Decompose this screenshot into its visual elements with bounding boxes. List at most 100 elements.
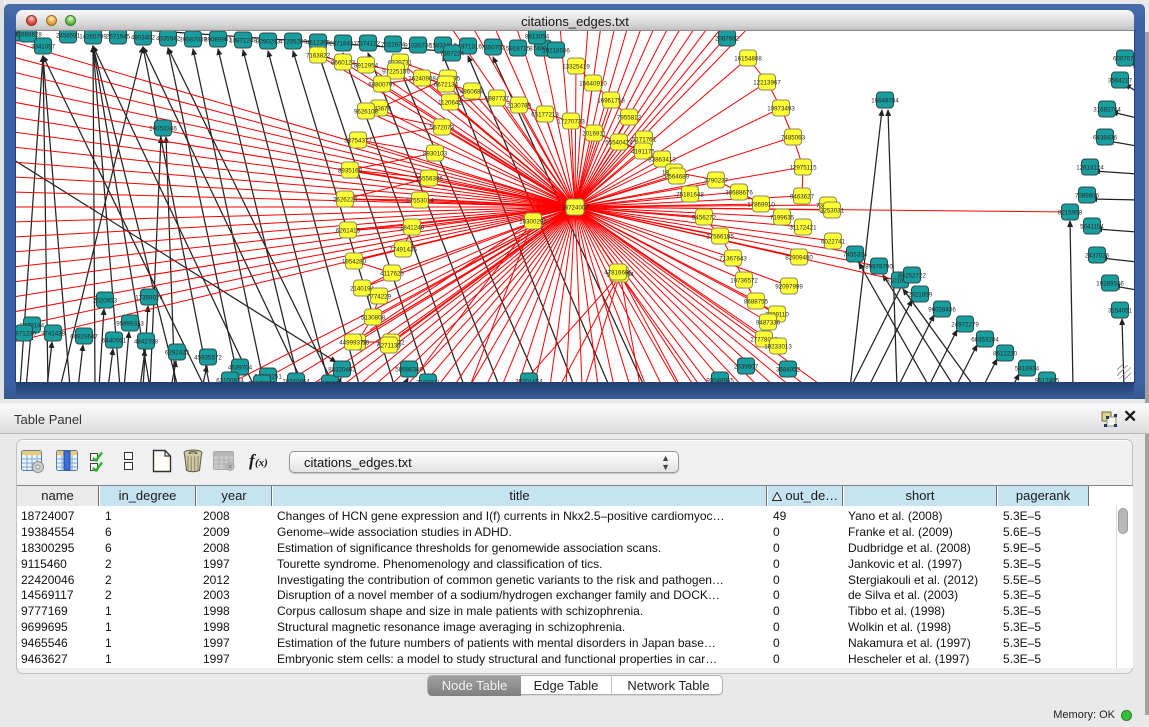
svg-text:5408072: 5408072 (318, 381, 343, 383)
svg-text:8935169: 8935169 (338, 168, 363, 175)
svg-text:95899313: 95899313 (116, 321, 144, 328)
svg-text:2437026: 2437026 (1085, 253, 1110, 260)
svg-text:38754377: 38754377 (344, 138, 372, 145)
svg-text:2458591: 2458591 (56, 33, 81, 40)
svg-text:55540424: 55540424 (605, 140, 633, 147)
svg-text:7485063: 7485063 (781, 135, 806, 142)
svg-text:42868828: 42868828 (16, 32, 42, 39)
svg-text:15640910: 15640910 (579, 81, 607, 88)
svg-text:27566185: 27566185 (706, 234, 734, 241)
svg-text:90048665: 90048665 (706, 378, 734, 383)
svg-text:17270733: 17270733 (557, 119, 585, 126)
svg-text:68353204: 68353204 (971, 337, 999, 344)
svg-text:44999379: 44999379 (339, 340, 367, 347)
svg-text:2130789: 2130789 (507, 103, 532, 110)
svg-text:4612365: 4612365 (306, 40, 331, 47)
svg-text:8912954: 8912954 (354, 63, 379, 70)
svg-text:71367643: 71367643 (719, 256, 747, 263)
svg-text:13325419: 13325419 (562, 64, 590, 71)
svg-text:2921859: 2921859 (908, 292, 933, 299)
svg-text:38688676: 38688676 (725, 190, 753, 197)
svg-text:17359924: 17359924 (135, 295, 163, 302)
svg-text:5130808: 5130808 (361, 315, 386, 322)
svg-text:3341057: 3341057 (31, 44, 56, 51)
svg-text:18724007: 18724007 (561, 205, 589, 212)
svg-text:92097999: 92097999 (775, 284, 803, 291)
svg-text:16154808: 16154808 (734, 56, 762, 63)
svg-text:7455324: 7455324 (843, 252, 868, 259)
svg-text:16648784: 16648784 (871, 98, 899, 105)
svg-text:3684052: 3684052 (776, 367, 801, 374)
svg-text:7774229: 7774229 (367, 294, 392, 301)
svg-text:31172421: 31172421 (789, 225, 817, 232)
svg-text:4860684: 4860684 (460, 89, 485, 96)
svg-text:4191175: 4191175 (631, 149, 655, 156)
svg-text:7199635: 7199635 (770, 215, 795, 222)
svg-text:58586340: 58586340 (395, 367, 423, 374)
svg-text:7955812: 7955812 (617, 115, 642, 122)
svg-text:84252722: 84252722 (898, 273, 926, 280)
svg-text:6672134: 6672134 (434, 82, 459, 89)
svg-text:47295260: 47295260 (279, 39, 307, 46)
svg-text:2016911: 2016911 (582, 131, 606, 138)
svg-text:8930103: 8930103 (423, 151, 448, 158)
svg-text:82909480: 82909480 (785, 255, 813, 262)
svg-text:19736572: 19736572 (730, 278, 758, 285)
svg-text:5171761: 5171761 (632, 137, 657, 144)
svg-text:91030736: 91030736 (404, 43, 432, 50)
svg-text:3871230: 3871230 (16, 331, 37, 338)
svg-text:83863413: 83863413 (648, 157, 676, 164)
svg-text:89089901: 89089901 (204, 37, 232, 44)
svg-text:6292423: 6292423 (165, 350, 190, 357)
svg-text:5672073: 5672073 (430, 125, 455, 132)
svg-text:4335942: 4335942 (156, 36, 181, 43)
svg-text:7350753: 7350753 (481, 45, 506, 52)
svg-text:12614124: 12614124 (1076, 165, 1104, 172)
svg-text:5918715: 5918715 (506, 46, 531, 53)
svg-text:45935572: 45935572 (194, 355, 222, 362)
svg-text:8813054: 8813054 (525, 34, 550, 41)
svg-text:77491435: 77491435 (389, 247, 417, 254)
svg-text:6271130: 6271130 (377, 343, 401, 350)
svg-text:65177213: 65177213 (531, 112, 559, 119)
svg-text:19218506: 19218506 (542, 48, 570, 55)
svg-text:18300295: 18300295 (519, 219, 547, 226)
svg-text:22201654: 22201654 (515, 379, 543, 383)
svg-text:6440561: 6440561 (102, 338, 127, 345)
svg-text:3154051: 3154051 (1108, 308, 1133, 315)
svg-text:2087682: 2087682 (715, 36, 740, 43)
svg-text:2839607: 2839607 (734, 364, 759, 371)
svg-text:97225156: 97225156 (382, 69, 410, 76)
svg-text:9487336: 9487336 (756, 320, 781, 327)
svg-text:96028436: 96028436 (928, 307, 956, 314)
svg-text:2020653: 2020653 (93, 298, 118, 305)
svg-text:75181648: 75181648 (676, 192, 704, 199)
svg-text:23718431: 23718431 (329, 41, 357, 48)
svg-text:89978790: 89978790 (865, 264, 893, 271)
svg-text:(x): (x) (255, 457, 268, 469)
svg-text:1954280: 1954280 (342, 259, 367, 266)
svg-text:1841248: 1841248 (400, 225, 425, 232)
svg-text:12213967: 12213967 (753, 80, 781, 87)
svg-text:6022741: 6022741 (821, 239, 846, 246)
svg-text:8688755: 8688755 (744, 299, 769, 306)
svg-text:68800797: 68800797 (368, 82, 396, 89)
svg-text:57553014: 57553014 (406, 198, 434, 205)
svg-text:3790237: 3790237 (704, 178, 729, 185)
svg-text:7089806: 7089806 (1075, 193, 1100, 200)
svg-text:17869910: 17869910 (747, 202, 775, 209)
svg-text:35556386: 35556386 (415, 176, 443, 183)
svg-text:4117625: 4117625 (380, 271, 404, 278)
svg-text:7374122: 7374122 (356, 41, 381, 48)
svg-text:39587039: 39587039 (179, 37, 207, 44)
svg-text:28740864: 28740864 (282, 379, 310, 383)
svg-text:7163822: 7163822 (306, 53, 331, 60)
svg-text:26240908: 26240908 (408, 76, 436, 83)
svg-text:3564217: 3564217 (1108, 78, 1133, 85)
svg-text:8612220: 8612220 (993, 351, 1018, 358)
svg-text:4539704: 4539704 (228, 365, 253, 372)
svg-text:24972279: 24972279 (951, 322, 979, 329)
svg-text:9463627: 9463627 (790, 194, 815, 201)
svg-text:31682744: 31682744 (1093, 107, 1121, 114)
svg-text:19233013: 19233013 (764, 344, 792, 351)
